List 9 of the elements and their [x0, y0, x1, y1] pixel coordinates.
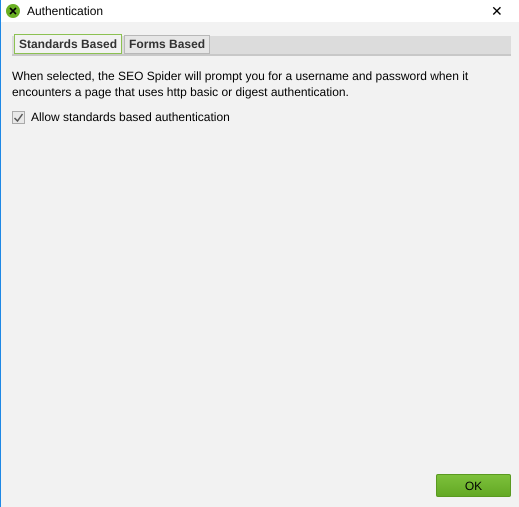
tab[interactable]: Forms Based — [124, 35, 210, 54]
window-title: Authentication — [27, 3, 104, 20]
description-text: When selected, the SEO Spider will prompt you for a username and password when it encounters a page that uses http basic or digest authentication. — [12, 68, 470, 100]
close-button[interactable]: ✕ — [481, 4, 513, 18]
ok-button[interactable]: OK — [436, 474, 511, 497]
tab[interactable]: Standards Based — [14, 34, 122, 54]
app-logo-icon — [6, 4, 20, 18]
checkbox-label: Allow standards based authentication — [31, 109, 230, 126]
checkbox[interactable] — [12, 110, 25, 124]
